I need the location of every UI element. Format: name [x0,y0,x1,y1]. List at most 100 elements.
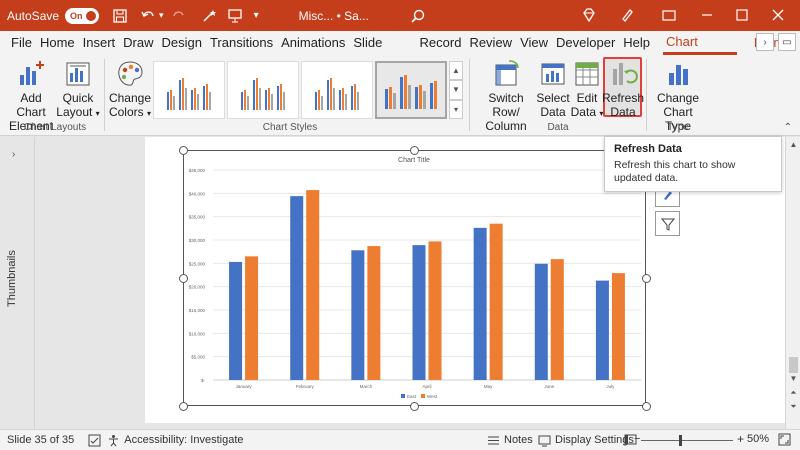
refresh-data-tooltip: Refresh Data Refresh this chart to show … [604,136,782,192]
resize-handle-br[interactable] [642,402,651,411]
tab-developer[interactable]: Developer [553,31,618,55]
next-slide-icon[interactable]: ⏷ [788,401,799,412]
chart-style-2[interactable] [227,61,299,119]
tab-file[interactable]: File [8,31,35,55]
chart-frame [183,150,646,406]
status-bar: Slide 35 of 35 Accessibility: Investigat… [0,429,800,450]
redo-icon[interactable] [168,5,190,27]
switch-row-column-button[interactable]: Switch Row/ Column [475,59,537,133]
tab-insert[interactable]: Insert [80,31,119,55]
document-title[interactable]: Misc... • Sa... [299,9,369,23]
tab-draw[interactable]: Draw [120,31,156,55]
scroll-thumb[interactable] [789,357,798,373]
select-data-button[interactable]: Select Data [536,59,570,119]
spelling-icon[interactable] [88,434,101,447]
present-icon[interactable] [224,5,246,27]
save-icon[interactable] [109,5,131,27]
customize-qat-icon[interactable]: ▾ [254,10,259,21]
refresh-data-icon [613,63,638,85]
chart-style-3[interactable] [301,61,373,119]
data-group-label: Data [547,122,569,133]
tab-animations[interactable]: Animations [278,31,348,55]
slide-counter[interactable]: Slide 35 of 35 [7,434,74,446]
title-bar: AutoSave On ▾ ▾ Misc... • Sa... [0,0,800,31]
zoom-level[interactable]: 50% [747,433,769,445]
switch-row-column-label-2: Column [485,119,527,133]
edit-data-label-1: Edit [576,91,598,105]
tab-chart-design[interactable]: Chart Design [663,31,737,71]
scroll-up-icon[interactable]: ▲ [788,139,799,150]
gallery-scroll: ▲ ▼ ▾ [449,61,463,119]
notes-label: Notes [504,434,533,446]
chart-style-4[interactable] [375,61,447,119]
expand-thumbnails-icon[interactable]: › [12,149,15,160]
add-chart-element-button[interactable]: Add Chart Element ▾ [6,59,56,149]
tab-help[interactable]: Help [620,31,653,55]
group-separator [646,59,647,131]
change-colors-button[interactable]: Change Colors ▾ [108,59,152,121]
search-icon[interactable] [407,5,429,27]
pen-icon[interactable] [616,4,638,26]
chevron-down-icon: ▾ [147,109,152,118]
quick-layout-label-2: Layout [56,105,93,119]
minimize-icon[interactable] [696,4,718,26]
accessibility-status[interactable]: Accessibility: Investigate [107,434,244,447]
undo-dropdown-icon[interactable]: ▾ [159,10,164,21]
tab-home[interactable]: Home [37,31,78,55]
previous-slide-icon[interactable]: ⏶ [788,387,799,398]
chart-filters-icon[interactable] [655,211,680,236]
chevron-down-icon: ▾ [95,109,100,118]
gallery-up-icon[interactable]: ▲ [449,61,463,81]
change-colors-label-1: Change [108,91,152,105]
resize-handle-b[interactable] [410,402,419,411]
edit-data-button[interactable]: Edit Data ▾ [570,59,604,121]
undo-icon[interactable] [137,5,159,27]
switch-row-column-icon [495,60,519,86]
restore-icon[interactable] [658,4,680,26]
comment-icon[interactable]: ▭ [778,33,796,51]
notes-button[interactable]: Notes [487,434,533,447]
zoom-slider-knob[interactable] [679,435,682,446]
tab-design[interactable]: Design [159,31,205,55]
fit-slide-icon[interactable] [778,433,791,449]
collapse-ribbon-icon[interactable]: ⌃ [784,122,792,133]
tab-transitions[interactable]: Transitions [207,31,276,55]
refresh-data-button[interactable]: Refresh Data [602,59,644,119]
maximize-icon[interactable] [731,4,753,26]
resize-handle-r[interactable] [642,274,651,283]
type-group-label: Type [667,122,689,133]
vertical-scrollbar[interactable]: ▲ ▼ ⏶ ⏷ [785,137,800,429]
zoom-in-icon[interactable]: + [737,432,744,446]
change-chart-type-icon [669,65,688,85]
autosave-toggle[interactable]: On [65,7,100,24]
zoom-out-icon[interactable]: − [634,433,640,445]
zoom-slider-track[interactable] [641,440,733,441]
quick-layout-button[interactable]: Quick Layout ▾ [56,59,100,121]
resize-handle-bl[interactable] [179,402,188,411]
resize-handle-l[interactable] [179,274,188,283]
toggle-knob [86,10,97,21]
tab-slide-show[interactable]: Slide Show [350,31,414,74]
notes-icon [488,436,499,444]
chart-style-1[interactable] [153,61,225,119]
tab-record[interactable]: Record [417,31,465,55]
diamond-icon[interactable] [578,4,600,26]
edit-data-icon [575,62,599,86]
change-colors-label-2: Colors [108,105,144,119]
gallery-more-icon[interactable]: ▾ [449,99,463,119]
ribbon-expand-icon[interactable]: › [756,33,774,51]
wand-icon[interactable] [198,5,220,27]
thumbnails-label[interactable]: Thumbnails [6,250,18,307]
thumbnails-pane: › Thumbnails [0,137,35,429]
tab-view[interactable]: View [517,31,551,55]
gallery-down-icon[interactable]: ▼ [449,80,463,100]
resize-handle-tl[interactable] [179,146,188,155]
close-icon[interactable] [767,4,789,26]
resize-handle-t[interactable] [410,146,419,155]
palette-icon [118,61,143,86]
display-settings-button[interactable]: Display Settings [538,434,634,447]
group-separator [469,59,470,131]
refresh-data-label-2: Data [610,105,636,119]
scroll-down-icon[interactable]: ▼ [788,373,799,384]
tab-review[interactable]: Review [466,31,515,55]
